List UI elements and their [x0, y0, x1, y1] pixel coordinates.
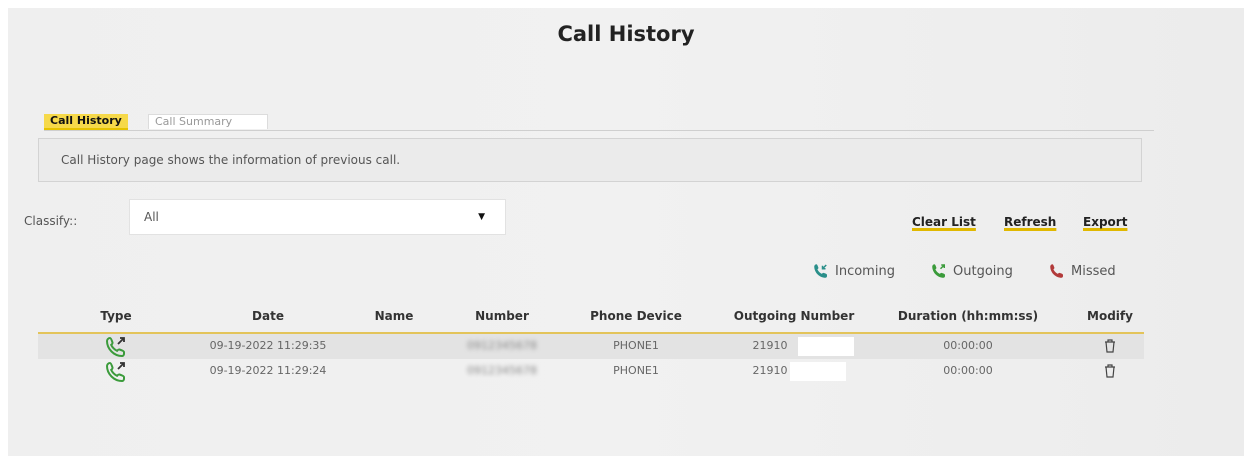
- outgoing-call-icon: [105, 361, 125, 383]
- cell-outgoing-number: 21910: [752, 339, 788, 352]
- clear-list-button[interactable]: Clear List: [912, 215, 976, 229]
- column-header-name: Name: [374, 309, 414, 323]
- redaction-box: [790, 362, 846, 381]
- legend-outgoing-label: Outgoing: [953, 263, 1013, 279]
- cell-date: 09-19-2022 11:29:35: [209, 339, 327, 352]
- table-row: 09-19-2022 11:29:24 0912345678 PHONE1 21…: [38, 359, 1144, 384]
- cell-number: 0912345678: [467, 339, 537, 352]
- table-row: 09-19-2022 11:29:35 0912345678 PHONE1 21…: [38, 334, 1144, 359]
- outgoing-call-icon: [932, 264, 945, 278]
- tab-bar: Call History Call Summary: [44, 114, 1154, 131]
- column-header-phone-device: Phone Device: [590, 309, 682, 323]
- delete-icon[interactable]: [1104, 339, 1116, 353]
- column-header-duration: Duration (hh:mm:ss): [897, 309, 1039, 323]
- cell-duration: 00:00:00: [943, 364, 993, 377]
- legend-incoming-label: Incoming: [835, 263, 895, 279]
- column-header-number: Number: [475, 309, 529, 323]
- export-button[interactable]: Export: [1083, 215, 1127, 229]
- incoming-call-icon: [814, 264, 827, 278]
- column-header-outgoing-number: Outgoing Number: [733, 309, 855, 323]
- cell-number: 0912345678: [467, 364, 537, 377]
- dropdown-caret-icon: ▼: [478, 212, 485, 222]
- tab-call-summary[interactable]: Call Summary: [148, 114, 268, 129]
- redaction-box: [798, 337, 854, 356]
- cell-phone-device: PHONE1: [613, 364, 659, 377]
- column-header-date: Date: [252, 309, 284, 323]
- cell-duration: 00:00:00: [943, 339, 993, 352]
- legend-outgoing: Outgoing: [930, 262, 1013, 280]
- page-title: Call History: [557, 22, 695, 46]
- delete-icon[interactable]: [1104, 364, 1116, 378]
- tab-call-history[interactable]: Call History: [44, 114, 128, 130]
- cell-phone-device: PHONE1: [613, 339, 659, 352]
- cell-outgoing-number: 21910: [752, 364, 788, 377]
- table-header: Type Date Name Number Phone Device Outgo…: [38, 298, 1144, 334]
- cell-date: 09-19-2022 11:29:24: [209, 364, 327, 377]
- column-header-modify: Modify: [1087, 309, 1133, 323]
- info-banner: Call History page shows the information …: [38, 138, 1142, 182]
- refresh-button[interactable]: Refresh: [1004, 215, 1056, 229]
- classify-selected-value: All: [144, 210, 159, 224]
- classify-select[interactable]: All ▼: [129, 199, 506, 235]
- legend-missed: Missed: [1048, 262, 1116, 280]
- call-history-panel: Call History Call History Call Summary C…: [8, 8, 1244, 456]
- column-header-type: Type: [100, 309, 132, 323]
- legend-incoming: Incoming: [812, 262, 895, 280]
- legend-missed-label: Missed: [1071, 263, 1116, 279]
- missed-call-icon: [1050, 264, 1063, 278]
- outgoing-call-icon: [105, 336, 125, 358]
- call-history-table: Type Date Name Number Phone Device Outgo…: [38, 298, 1144, 384]
- classify-label: Classify::: [24, 214, 78, 228]
